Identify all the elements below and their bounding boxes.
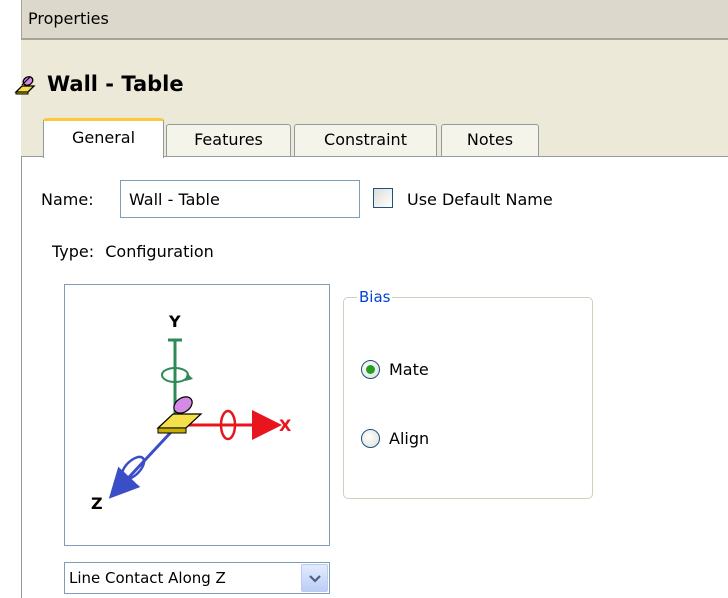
- contact-type-select[interactable]: Line Contact Along Z: [64, 562, 330, 594]
- axis-diagram: Y X Z: [91, 312, 292, 513]
- object-title-row: Wall - Table: [13, 70, 184, 98]
- name-label: Name:: [41, 190, 94, 209]
- z-axis-label: Z: [91, 494, 103, 513]
- line-contact-constraint-icon: [14, 76, 36, 95]
- bias-legend: Bias: [357, 288, 393, 306]
- bias-groupbox: [343, 297, 593, 499]
- chevron-down-icon: [308, 575, 321, 583]
- constraint-configuration-diagram: Y X Z: [64, 284, 330, 546]
- type-row: Type: Configuration: [52, 242, 214, 261]
- y-axis-label: Y: [168, 312, 181, 331]
- radio-selected-dot: [366, 365, 375, 374]
- z-rotation-icon: [120, 455, 146, 481]
- type-value: Configuration: [105, 242, 214, 261]
- tab-notes[interactable]: Notes: [441, 124, 539, 156]
- mate-label: Mate: [389, 360, 429, 379]
- tab-general[interactable]: General: [43, 118, 164, 158]
- name-field[interactable]: [120, 180, 360, 218]
- x-axis-label: X: [279, 416, 292, 435]
- type-label: Type:: [52, 242, 95, 261]
- panel-header-title: Properties: [28, 9, 109, 28]
- mate-radio[interactable]: [361, 360, 380, 379]
- align-radio[interactable]: [361, 429, 380, 448]
- tab-features[interactable]: Features: [166, 124, 291, 156]
- use-default-name-label: Use Default Name: [407, 190, 553, 209]
- tab-constraint[interactable]: Constraint: [294, 124, 437, 156]
- contact-type-value: Line Contact Along Z: [69, 569, 226, 587]
- panel-header: Properties: [21, 0, 728, 40]
- object-title: Wall - Table: [47, 72, 184, 96]
- dropdown-button[interactable]: [301, 564, 328, 592]
- align-label: Align: [389, 429, 430, 448]
- use-default-name-checkbox[interactable]: [373, 188, 393, 208]
